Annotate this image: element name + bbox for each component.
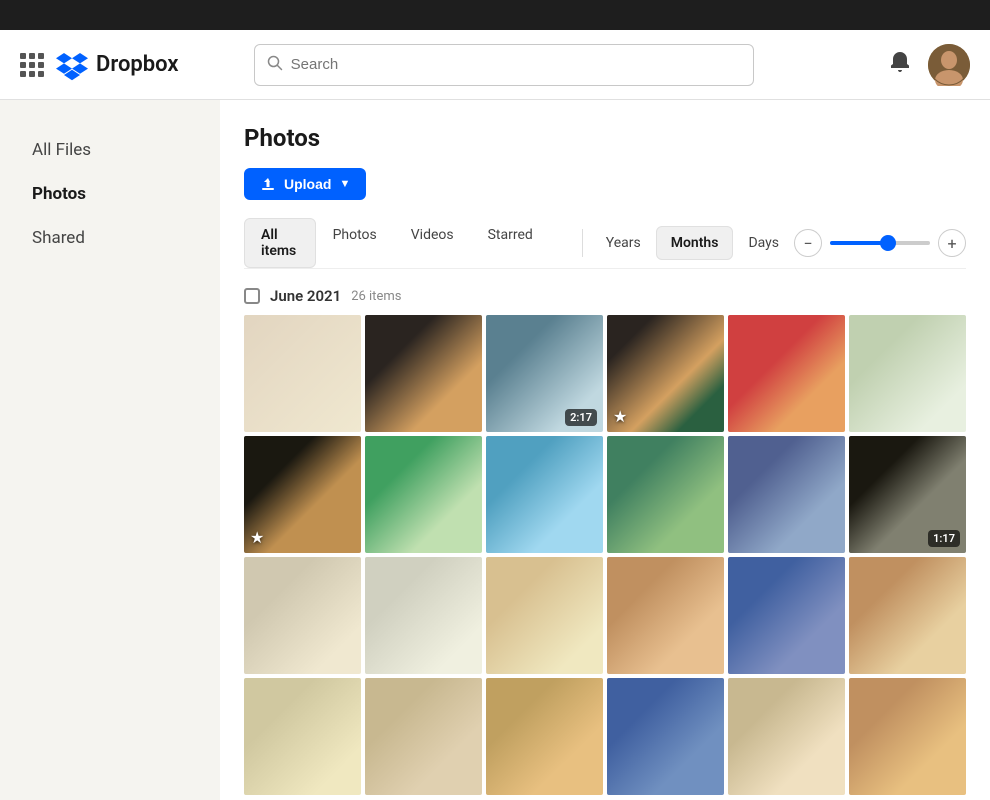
search-input[interactable] — [291, 56, 741, 73]
logo[interactable]: Dropbox — [56, 49, 179, 81]
app-name: Dropbox — [96, 52, 179, 77]
filter-tab-starred[interactable]: Starred — [471, 218, 550, 268]
avatar[interactable] — [928, 44, 970, 86]
section-checkbox[interactable] — [244, 288, 260, 304]
photo-item[interactable] — [486, 436, 603, 553]
photo-item[interactable] — [244, 557, 361, 674]
photo-grid: 2:17 ★ ★ 1:17 — [244, 315, 966, 795]
photo-item[interactable] — [849, 557, 966, 674]
starred-icon: ★ — [613, 407, 627, 426]
zoom-out-button[interactable]: − — [794, 229, 822, 257]
upload-icon — [260, 176, 276, 192]
upload-chevron-icon: ▼ — [339, 178, 350, 190]
sidebar-item-shared[interactable]: Shared — [8, 218, 212, 258]
notifications-icon[interactable] — [888, 50, 912, 80]
filter-tab-photos[interactable]: Photos — [316, 218, 394, 268]
sidebar-item-photos[interactable]: Photos — [8, 174, 212, 214]
content-area: Photos Upload ▼ All items Photos Videos … — [220, 100, 990, 800]
view-tab-years[interactable]: Years — [591, 226, 656, 260]
zoom-control: − + — [794, 229, 966, 257]
filter-tab-all-items[interactable]: All items — [244, 218, 316, 268]
photo-item[interactable] — [244, 315, 361, 432]
header: Dropbox — [0, 30, 990, 100]
photo-item[interactable] — [728, 678, 845, 795]
photo-item[interactable] — [607, 436, 724, 553]
video-duration-badge: 1:17 — [928, 530, 960, 547]
header-right — [888, 44, 970, 86]
starred-icon: ★ — [250, 528, 264, 547]
view-tab-months[interactable]: Months — [656, 226, 734, 260]
top-bar — [0, 0, 990, 30]
photo-item[interactable] — [849, 678, 966, 795]
photo-item[interactable] — [486, 678, 603, 795]
search-icon — [267, 55, 283, 75]
view-tabs: Years Months Days — [591, 226, 794, 260]
photo-item[interactable] — [849, 315, 966, 432]
photo-item[interactable] — [607, 557, 724, 674]
photo-item[interactable] — [728, 557, 845, 674]
header-left: Dropbox — [20, 49, 179, 81]
filter-divider — [582, 229, 583, 257]
photo-item[interactable] — [365, 678, 482, 795]
photo-item[interactable] — [365, 436, 482, 553]
filter-bar: All items Photos Videos Starred Years M — [244, 218, 966, 269]
page-title: Photos — [244, 124, 966, 152]
section-title: June 2021 — [270, 287, 341, 305]
filter-tab-videos[interactable]: Videos — [394, 218, 471, 268]
zoom-in-button[interactable]: + — [938, 229, 966, 257]
dropbox-logo-icon — [56, 49, 88, 81]
main-layout: All Files Photos Shared Photos Upload ▼ … — [0, 100, 990, 800]
photo-item[interactable]: 2:17 — [486, 315, 603, 432]
avatar-image — [928, 44, 970, 86]
photo-item[interactable]: 1:17 — [849, 436, 966, 553]
grid-menu-icon[interactable] — [20, 53, 44, 77]
photo-item[interactable] — [244, 678, 361, 795]
photo-item[interactable]: ★ — [244, 436, 361, 553]
photo-item[interactable] — [728, 315, 845, 432]
photo-item[interactable] — [365, 557, 482, 674]
section-count: 26 items — [351, 289, 401, 304]
photo-item[interactable]: ★ — [607, 315, 724, 432]
upload-button[interactable]: Upload ▼ — [244, 168, 366, 200]
search-bar[interactable] — [254, 44, 754, 86]
zoom-slider[interactable] — [830, 241, 930, 245]
photo-item[interactable] — [365, 315, 482, 432]
photo-item[interactable] — [607, 678, 724, 795]
photo-item[interactable] — [486, 557, 603, 674]
sidebar: All Files Photos Shared — [0, 100, 220, 800]
photo-item[interactable] — [728, 436, 845, 553]
view-tab-days[interactable]: Days — [733, 226, 794, 260]
sidebar-item-all-files[interactable]: All Files — [8, 130, 212, 170]
filter-tabs: All items Photos Videos Starred — [244, 218, 550, 268]
video-duration-badge: 2:17 — [565, 409, 597, 426]
section-header: June 2021 26 items — [244, 287, 966, 305]
